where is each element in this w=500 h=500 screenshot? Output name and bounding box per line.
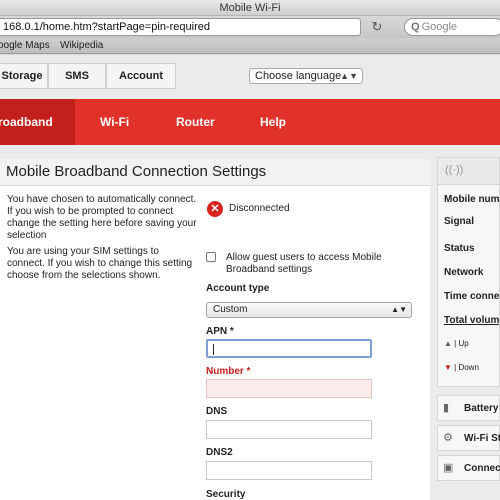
mobile-number-row: Mobile numb <box>444 194 500 205</box>
up-legend: ▲ | Up <box>444 339 469 348</box>
nav-wifi[interactable]: Wi-Fi <box>100 99 129 145</box>
bookmarks-bar: oogle Maps Wikipedia <box>0 38 500 54</box>
address-bar: 168.0.1/home.htm?startPage=pin-required … <box>0 16 500 38</box>
tab-storage[interactable]: Storage <box>0 63 48 89</box>
wifi-status-box[interactable]: ⚙ Wi-Fi Sta <box>437 425 500 451</box>
status-sidebar: ((·)) Mobile numb Signal Status Network … <box>437 157 500 500</box>
down-legend-label: Down <box>458 363 479 372</box>
bookmark-wikipedia[interactable]: Wikipedia <box>60 38 103 53</box>
connected-devices-label: Connect <box>464 463 500 474</box>
settings-panel: Mobile Broadband Connection Settings You… <box>0 159 430 500</box>
url-field[interactable]: 168.0.1/home.htm?startPage=pin-required <box>0 18 361 36</box>
top-tabs: Storage SMS Account Choose language ▲▼ <box>0 63 500 89</box>
reload-icon[interactable]: ↻ <box>369 19 385 35</box>
number-label: Number * <box>206 366 251 377</box>
signal-icon: ((·)) <box>445 164 464 176</box>
account-type-value: Custom <box>213 304 248 315</box>
dns2-label: DNS2 <box>206 447 233 458</box>
mobile-status-box: ((·)) Mobile numb Signal Status Network … <box>437 157 500 387</box>
search-engine-icon: Q <box>411 21 420 33</box>
battery-icon: ▮ <box>443 402 450 414</box>
window-title: Mobile Wi-Fi <box>0 0 500 16</box>
signal-row: Signal <box>444 216 475 227</box>
bookmark-google-maps[interactable]: oogle Maps <box>0 38 50 53</box>
monitor-icon: ▣ <box>443 462 454 474</box>
up-legend-label: Up <box>458 339 469 348</box>
auto-connect-description: You have chosen to automatically connect… <box>7 194 197 241</box>
status-box-header: ((·)) <box>438 158 499 185</box>
apn-input[interactable] <box>206 339 372 358</box>
wifi-icon: ⚙ <box>443 432 453 444</box>
search-placeholder: Google <box>421 21 458 33</box>
total-volume-link[interactable]: Total volume <box>444 315 499 326</box>
select-arrows-icon: ▲▼ <box>391 305 407 314</box>
page-title: Mobile Broadband Connection Settings <box>0 159 430 186</box>
language-select[interactable]: Choose language ▲▼ <box>249 68 363 84</box>
security-label: Security <box>206 489 246 500</box>
dns2-input[interactable] <box>206 461 372 480</box>
nav-broadband[interactable]: roadband <box>0 99 53 145</box>
sim-settings-description: You are using your SIM settings to conne… <box>7 246 193 281</box>
disconnected-icon: ✕ <box>207 201 223 217</box>
dns-input[interactable] <box>206 420 372 439</box>
search-field[interactable]: Q Google <box>404 18 500 36</box>
text-caret <box>213 344 214 355</box>
number-input[interactable] <box>206 379 372 398</box>
nav-router[interactable]: Router <box>176 99 215 145</box>
time-connected-row: Time connec <box>444 291 500 302</box>
tab-sms[interactable]: SMS <box>48 63 106 89</box>
wifi-status-label: Wi-Fi Sta <box>464 433 500 444</box>
apn-label: APN * <box>206 326 234 337</box>
main-nav: roadband Wi-Fi Router Help <box>0 99 500 145</box>
up-arrow-icon: ▲ <box>444 339 452 348</box>
tab-account[interactable]: Account <box>106 63 176 89</box>
nav-help[interactable]: Help <box>260 99 286 145</box>
connected-devices-box[interactable]: ▣ Connect <box>437 455 500 481</box>
account-type-select[interactable]: Custom ▲▼ <box>206 302 412 318</box>
battery-box[interactable]: ▮ Battery <box>437 395 500 421</box>
router-page: Storage SMS Account Choose language ▲▼ r… <box>0 55 500 500</box>
language-select-value: Choose language <box>255 70 342 82</box>
select-arrows-icon: ▲▼ <box>340 71 358 81</box>
status-row: Status <box>444 243 475 254</box>
network-row: Network <box>444 267 484 278</box>
down-arrow-icon: ▼ <box>444 363 452 372</box>
guest-access-checkbox[interactable] <box>206 252 216 262</box>
battery-label: Battery <box>464 403 499 414</box>
status-label: Disconnected <box>229 203 290 214</box>
dns-label: DNS <box>206 406 228 417</box>
account-type-label: Account type <box>206 283 270 294</box>
down-legend: ▼ | Down <box>444 363 479 372</box>
guest-access-label: Allow guest users to access Mobile Broad… <box>226 252 382 275</box>
